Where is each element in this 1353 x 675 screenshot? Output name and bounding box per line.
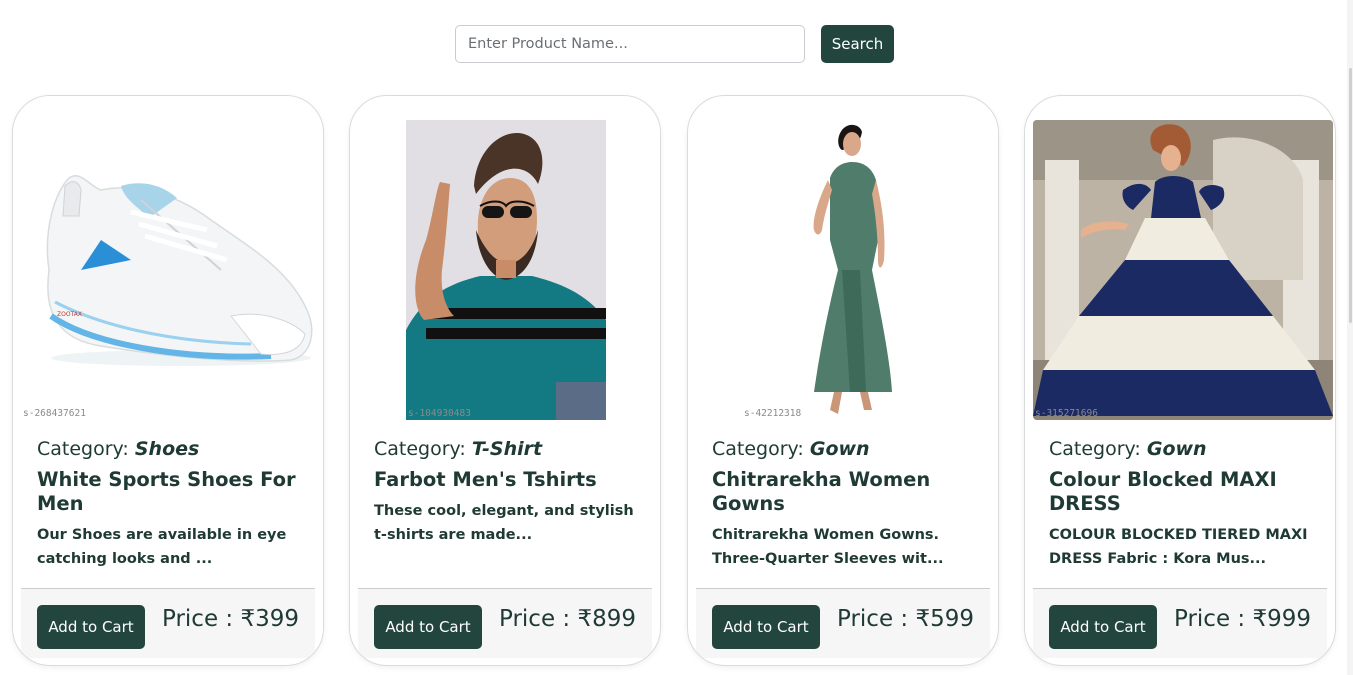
category-value: Gown (1146, 438, 1207, 460)
image-id: s-104930483 (408, 408, 471, 419)
product-description: COLOUR BLOCKED TIERED MAXI DRESS Fabric … (1049, 527, 1308, 567)
card-footer: Add to Cart Price : ₹399 (21, 588, 315, 658)
category-label: Category: (37, 438, 135, 460)
image-id: s-42212318 (744, 408, 802, 419)
search-button[interactable]: Search (821, 25, 894, 63)
product-image-maxi-dress[interactable] (1033, 120, 1333, 420)
add-to-cart-button[interactable]: Add to Cart (1049, 605, 1157, 649)
category-label: Category: (374, 438, 472, 460)
image-id: s-315271696 (1035, 408, 1098, 419)
product-description: These cool, elegant, and stylish t-shirt… (374, 503, 634, 543)
category-value: Shoes (134, 438, 200, 460)
search-bar: Search (455, 25, 894, 63)
category-line: Category: Gown (712, 436, 984, 462)
price: Price : ₹999 (1173, 606, 1311, 632)
product-image-tshirt[interactable] (406, 120, 606, 420)
product-card: s-104930483 Category: T-Shirt Farbot Men… (349, 95, 661, 666)
card-body: Category: Shoes White Sports Shoes For M… (37, 436, 309, 571)
product-name[interactable]: Farbot Men's Tshirts (374, 468, 646, 492)
product-name[interactable]: Chitrarekha Women Gowns (712, 468, 984, 516)
search-input[interactable] (455, 25, 805, 63)
product-image-gown-green[interactable] (742, 120, 946, 420)
add-to-cart-button[interactable]: Add to Cart (374, 605, 482, 649)
product-image-shoes[interactable]: ZOOTAX (21, 120, 317, 420)
image-id: s-268437621 (23, 408, 86, 419)
product-card: s-315271696 Category: Gown Colour Blocke… (1024, 95, 1336, 666)
product-card: s-42212318 Category: Gown Chitrarekha Wo… (687, 95, 999, 666)
svg-text:ZOOTAX: ZOOTAX (57, 311, 82, 318)
card-footer: Add to Cart Price : ₹599 (696, 588, 990, 658)
category-label: Category: (1049, 438, 1147, 460)
add-to-cart-button[interactable]: Add to Cart (37, 605, 145, 649)
product-description: Our Shoes are available in eye catching … (37, 527, 287, 567)
card-body: Category: T-Shirt Farbot Men's Tshirts T… (374, 436, 646, 547)
product-name[interactable]: White Sports Shoes For Men (37, 468, 309, 516)
card-body: Category: Gown Chitrarekha Women Gowns C… (712, 436, 984, 571)
product-description: Chitrarekha Women Gowns. Three-Quarter S… (712, 527, 944, 567)
card-footer: Add to Cart Price : ₹999 (1033, 588, 1327, 658)
category-value: Gown (809, 438, 870, 460)
price: Price : ₹399 (161, 606, 299, 632)
card-body: Category: Gown Colour Blocked MAXI DRESS… (1049, 436, 1321, 571)
card-footer: Add to Cart Price : ₹899 (358, 588, 652, 658)
category-line: Category: Gown (1049, 436, 1321, 462)
product-card: ZOOTAX s-268437621 Category: Shoes White… (12, 95, 324, 666)
price: Price : ₹599 (836, 606, 974, 632)
scrollbar[interactable] (1347, 0, 1353, 675)
category-value: T-Shirt (471, 438, 543, 460)
scrollbar-thumb[interactable] (1349, 68, 1352, 323)
price: Price : ₹899 (498, 606, 636, 632)
category-label: Category: (712, 438, 810, 460)
category-line: Category: T-Shirt (374, 436, 646, 462)
product-name[interactable]: Colour Blocked MAXI DRESS (1049, 468, 1321, 516)
add-to-cart-button[interactable]: Add to Cart (712, 605, 820, 649)
category-line: Category: Shoes (37, 436, 309, 462)
